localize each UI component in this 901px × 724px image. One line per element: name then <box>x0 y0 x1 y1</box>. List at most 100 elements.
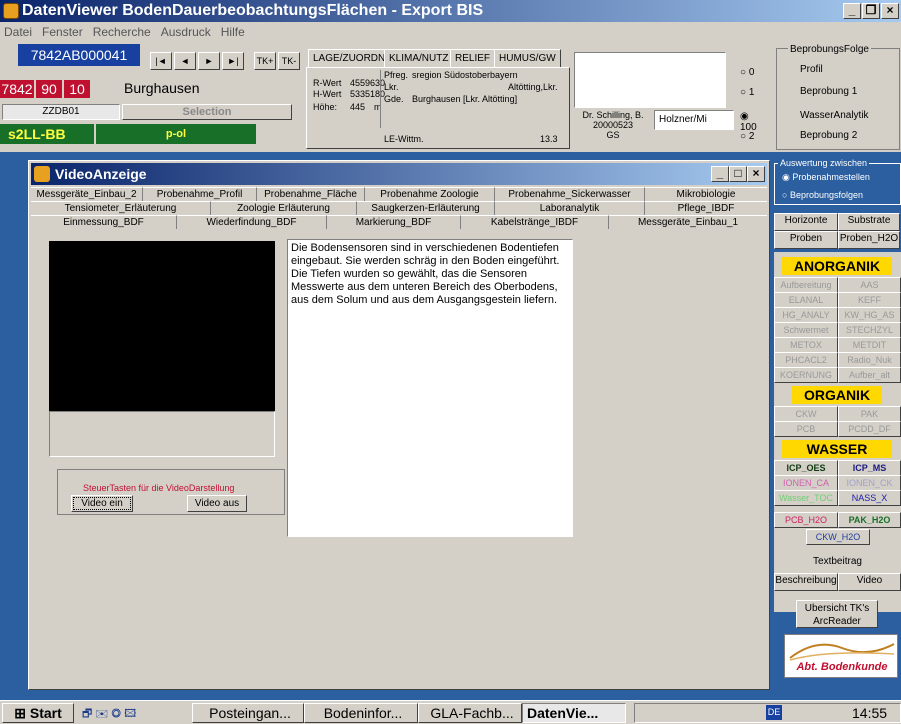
sampling-beprobung1[interactable]: Beprobung 1 <box>800 86 857 97</box>
anorg-hg-analy[interactable]: HG_ANALY <box>774 307 838 323</box>
auswertung-opt2[interactable]: ○ Beprobungsfolgen <box>782 190 863 200</box>
menu-hilfe[interactable]: Hilfe <box>221 25 245 39</box>
radio-2[interactable]: ○ 2 <box>740 131 754 142</box>
task-datenviewer[interactable]: DatenVie... <box>522 703 626 723</box>
tab-humus[interactable]: HUMUS/GW <box>494 49 561 68</box>
sampling-beprobung2[interactable]: Beprobung 2 <box>800 130 857 141</box>
anorg-schwermet[interactable]: Schwermet <box>774 322 838 338</box>
subtype-label: p-ol <box>96 124 256 144</box>
sampling-wasser[interactable]: WasserAnalytik <box>800 110 869 121</box>
proben-h2o-button[interactable]: Proben_H2O <box>838 231 900 249</box>
tab-saugkerzen[interactable]: Saugkerzen-Erläuterung <box>357 201 495 215</box>
video-on-button[interactable]: Video ein <box>71 495 133 512</box>
anorg-aufbereitung[interactable]: Aufbereitung <box>774 277 838 293</box>
radio-0[interactable]: ○ 0 <box>740 67 754 78</box>
sampling-profil[interactable]: Profil <box>800 64 823 75</box>
wass-icp-ms[interactable]: ICP_MS <box>838 460 901 476</box>
language-indicator[interactable]: DE <box>766 705 782 720</box>
org-pcb[interactable]: PCB <box>774 421 838 437</box>
start-button[interactable]: ⊞ Start <box>2 703 74 723</box>
tab-messgeraete-1[interactable]: Messgeräte_Einbau_1 <box>609 215 767 229</box>
tab-kabelstraenge[interactable]: Kabelstränge_IBDF <box>461 215 609 229</box>
tab-markierung[interactable]: Markierung_BDF <box>327 215 461 229</box>
org-pcdd-df[interactable]: PCDD_DF <box>838 421 901 437</box>
anorg-radio-nuk[interactable]: Radio_Nuk <box>838 352 901 368</box>
org-pak[interactable]: PAK <box>838 406 901 422</box>
radio-1[interactable]: ○ 1 <box>740 87 754 98</box>
tab-probenahme-flaeche[interactable]: Probenahme_Fläche <box>257 187 365 201</box>
video-close-button[interactable]: × <box>747 166 765 182</box>
tab-laboranalytik[interactable]: Laboranalytik <box>495 201 645 215</box>
hoehe-value: 445 <box>350 102 366 112</box>
next-record-button[interactable]: ► <box>198 52 220 70</box>
tab-probenahme-zoologie[interactable]: Probenahme Zoologie <box>365 187 495 201</box>
wass-pak-h2o[interactable]: PAK_H2O <box>838 512 901 528</box>
anorg-koernung[interactable]: KOERNUNG <box>774 367 838 383</box>
video-minimize-button[interactable]: _ <box>711 166 729 182</box>
last-record-button[interactable]: ►| <box>222 52 244 70</box>
menu-ausdruck[interactable]: Ausdruck <box>161 25 211 39</box>
substrate-button[interactable]: Substrate <box>838 213 900 231</box>
tk-plus-button[interactable]: TK+ <box>254 52 276 70</box>
anorg-elanal[interactable]: ELANAL <box>774 292 838 308</box>
task-posteingang[interactable]: Posteingan... <box>192 703 304 723</box>
video-off-button[interactable]: Video aus <box>187 495 247 512</box>
video-display[interactable] <box>49 241 275 411</box>
menu-datei[interactable]: Datei <box>4 25 32 39</box>
tab-tensiometer[interactable]: Tensiometer_Erläuterung <box>31 201 211 215</box>
tab-einmessung[interactable]: Einmessung_BDF <box>31 215 177 229</box>
menu-fenster[interactable]: Fenster <box>42 25 83 39</box>
hwert-label: H-Wert <box>313 89 342 99</box>
video-maximize-button[interactable]: □ <box>729 166 747 182</box>
tab-mikrobiologie[interactable]: Mikrobiologie <box>645 187 767 201</box>
anorg-metox[interactable]: METOX <box>774 337 838 353</box>
tab-zoologie-erlaeuterung[interactable]: Zoologie Erläuterung <box>211 201 357 215</box>
tab-probenahme-sickerwasser[interactable]: Probenahme_Sickerwasser <box>495 187 645 201</box>
anorg-kw-hg-as[interactable]: KW_HG_AS <box>838 307 901 323</box>
tab-klima[interactable]: KLIMA/NUTZ <box>384 49 454 68</box>
tab-messgeraete-2[interactable]: Messgeräte_Einbau_2 <box>31 187 143 201</box>
quicklaunch-icons[interactable]: 🗗 ✉ ◎ 🖾 <box>82 705 146 721</box>
task-gla[interactable]: GLA-Fachb... <box>418 703 522 723</box>
wass-ionen-ca[interactable]: IONEN_CA <box>774 475 838 491</box>
tab-pflege[interactable]: Pflege_IBDF <box>645 201 767 215</box>
tab-wiederfindung[interactable]: Wiederfindung_BDF <box>177 215 327 229</box>
anorg-keff[interactable]: KEFF <box>838 292 901 308</box>
wass-nass-x[interactable]: NASS_X <box>838 490 901 506</box>
wass-ionen-ck[interactable]: IONEN_CK <box>838 475 901 491</box>
anorg-aufber-alt[interactable]: Aufber_alt <box>838 367 901 383</box>
menu-recherche[interactable]: Recherche <box>93 25 151 39</box>
task-bodeninfo[interactable]: Bodeninfor... <box>304 703 418 723</box>
app-icon <box>3 3 19 19</box>
beschreibung-button[interactable]: Beschreibung <box>774 573 838 591</box>
org-ckw[interactable]: CKW <box>774 406 838 422</box>
anorg-stechzyl[interactable]: STECHZYL <box>838 322 901 338</box>
person-other-field[interactable]: Holzner/Mi <box>654 110 734 130</box>
tab-relief[interactable]: RELIEF <box>450 49 496 68</box>
video-footer <box>49 411 275 457</box>
overview-button[interactable]: Ubersicht TK's ArcReader <box>796 600 878 628</box>
anorg-metdit[interactable]: METDIT <box>838 337 901 353</box>
anorg-phcacl2[interactable]: PHCACL2 <box>774 352 838 368</box>
tab-lage[interactable]: LAGE/ZUORDN <box>308 49 391 68</box>
proben-button[interactable]: Proben <box>774 231 838 249</box>
video-button[interactable]: Video <box>838 573 901 591</box>
auswertung-opt1[interactable]: ◉ Probenahmestellen <box>782 172 870 183</box>
horizonte-button[interactable]: Horizonte <box>774 213 838 231</box>
tab-row-2: Tensiometer_Erläuterung Zoologie Erläute… <box>31 201 767 215</box>
maximize-button[interactable]: ❒ <box>862 3 880 19</box>
wass-ckw-h2o[interactable]: CKW_H2O <box>806 529 870 545</box>
tk-minus-button[interactable]: TK- <box>278 52 300 70</box>
wass-pcb-h2o[interactable]: PCB_H2O <box>774 512 838 528</box>
first-record-button[interactable]: |◄ <box>150 52 172 70</box>
selection-button[interactable]: Selection <box>122 104 292 120</box>
prev-record-button[interactable]: ◄ <box>174 52 196 70</box>
tab-probenahme-profil[interactable]: Probenahme_Profil <box>143 187 257 201</box>
minimize-button[interactable]: _ <box>843 3 861 19</box>
close-button[interactable]: × <box>881 3 899 19</box>
wass-icp-oes[interactable]: ICP_OES <box>774 460 838 476</box>
code-3: 10 <box>64 80 90 98</box>
anorg-aas[interactable]: AAS <box>838 277 901 293</box>
wass-toc[interactable]: Wasser_TOC <box>774 490 838 506</box>
radio-100[interactable]: ◉ 100 <box>740 111 760 133</box>
